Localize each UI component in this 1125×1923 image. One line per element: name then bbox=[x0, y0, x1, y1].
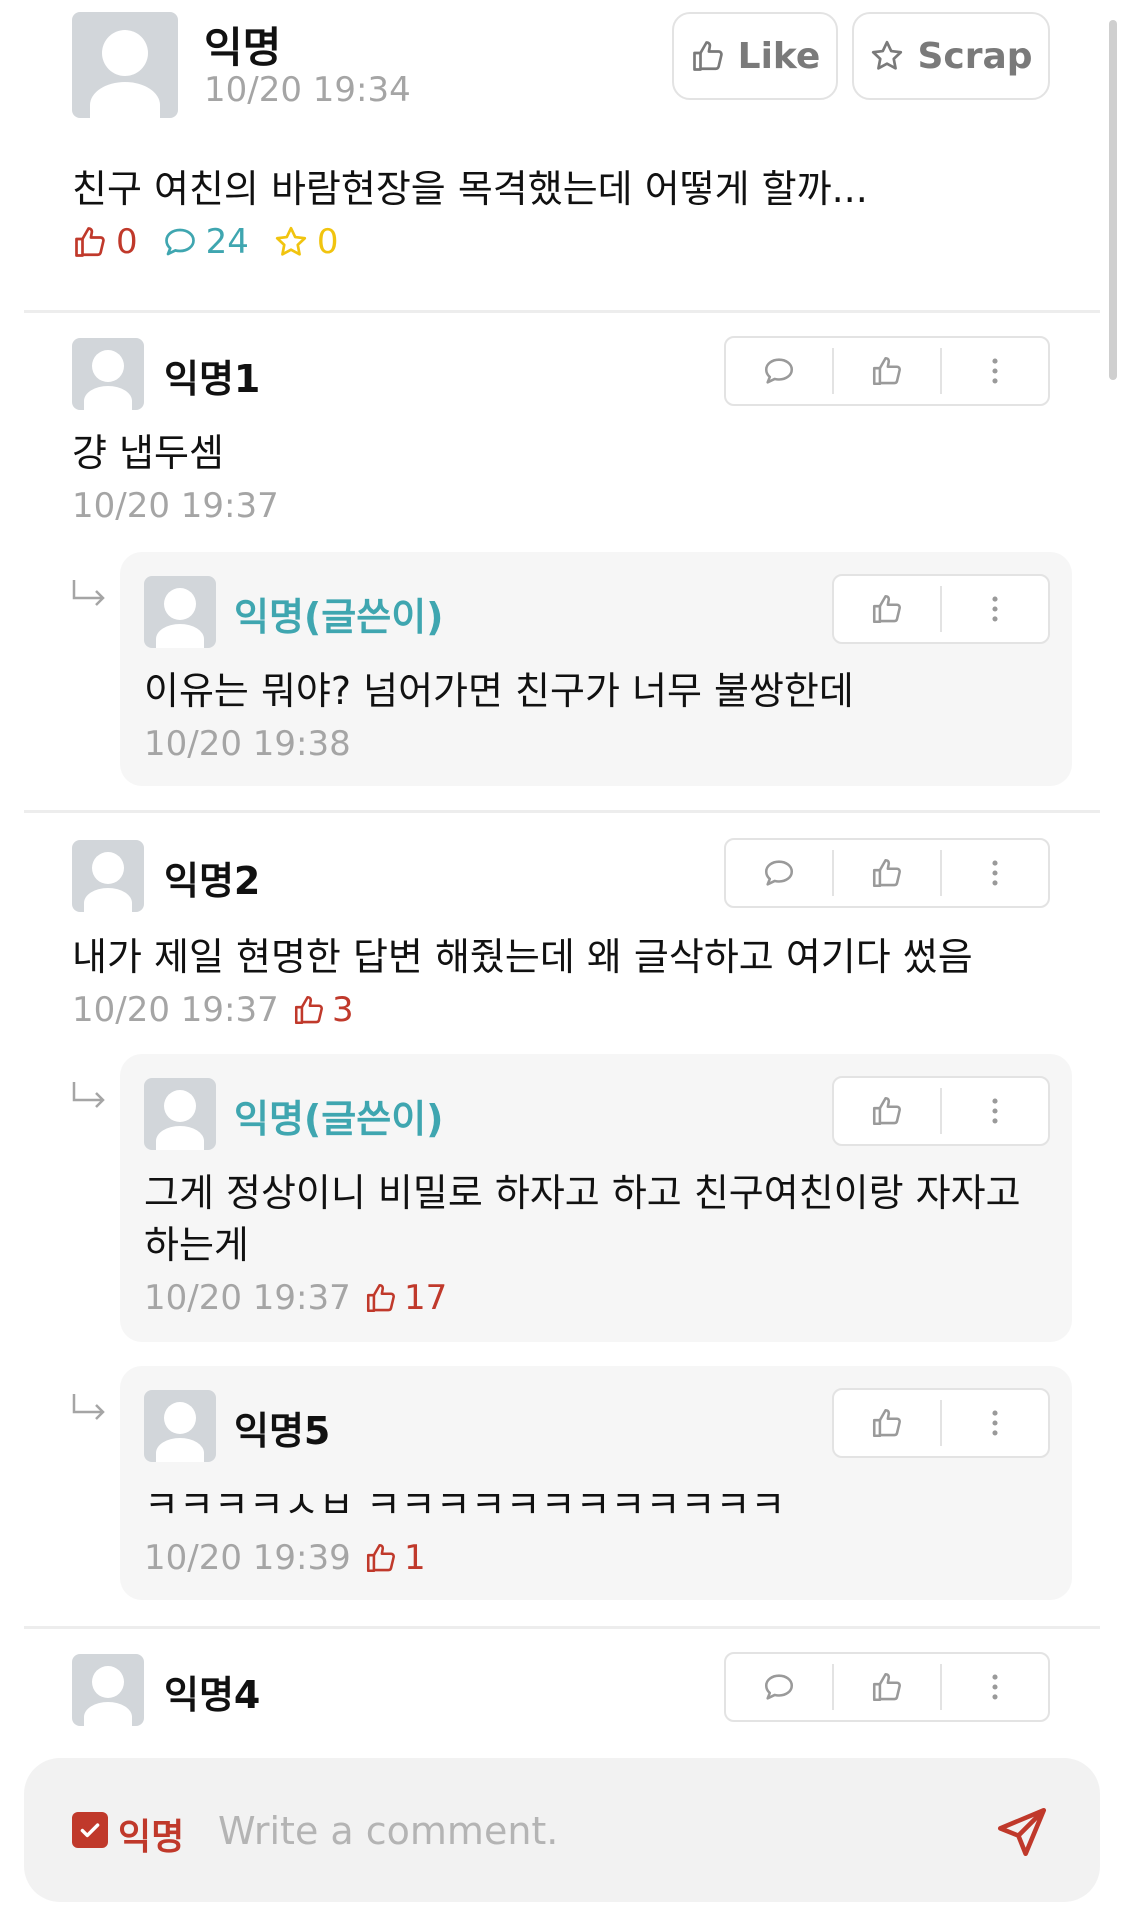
more-button[interactable] bbox=[942, 576, 1048, 642]
avatar bbox=[144, 576, 216, 648]
reply-text-line2: 하는게 bbox=[144, 1223, 249, 1267]
speech-bubble-icon bbox=[764, 358, 794, 384]
reply-actions bbox=[832, 1076, 1050, 1146]
reply-actions bbox=[832, 574, 1050, 644]
comment-like-button[interactable] bbox=[834, 1654, 940, 1720]
send-icon bbox=[997, 1807, 1047, 1857]
scrap-button[interactable]: Scrap bbox=[852, 12, 1050, 100]
post-time: 10/20 19:34 bbox=[204, 70, 411, 110]
reply-like-count: 17 bbox=[364, 1278, 447, 1318]
scrollbar[interactable] bbox=[1109, 20, 1117, 380]
reply-time: 10/20 19:37 bbox=[144, 1278, 351, 1318]
comment-actions bbox=[724, 336, 1050, 406]
more-vertical-icon bbox=[992, 1674, 998, 1700]
more-vertical-icon bbox=[992, 1098, 998, 1124]
reply-text: ㅋㅋㅋㅋㅅㅂ ㅋㅋㅋㅋㅋㅋㅋㅋㅋㅋㅋㅋ bbox=[144, 1483, 786, 1527]
reply-text-line1: 그게 정상이니 비밀로 하자고 하고 친구여친이랑 자자고 bbox=[144, 1171, 1021, 1215]
like-button[interactable]: Like bbox=[672, 12, 838, 100]
reply-button[interactable] bbox=[726, 840, 832, 906]
more-button[interactable] bbox=[942, 1654, 1048, 1720]
thumbs-up-icon bbox=[366, 1283, 395, 1313]
reply-author: 익명(글쓴이) bbox=[234, 1097, 444, 1141]
divider bbox=[24, 810, 1100, 813]
post-author-avatar bbox=[72, 12, 178, 118]
reply-button[interactable] bbox=[726, 338, 832, 404]
thumbs-up-icon bbox=[692, 41, 723, 71]
reply-like-button[interactable] bbox=[834, 1390, 940, 1456]
speech-bubble-icon bbox=[764, 860, 794, 886]
avatar bbox=[144, 1390, 216, 1462]
post-author-name: 익명 bbox=[204, 23, 282, 72]
speech-bubble-icon bbox=[764, 1674, 794, 1700]
reply-like-button[interactable] bbox=[834, 576, 940, 642]
anonymous-checkbox[interactable] bbox=[72, 1812, 108, 1848]
avatar bbox=[144, 1078, 216, 1150]
more-vertical-icon bbox=[992, 358, 998, 384]
comment-author: 익명1 bbox=[164, 357, 261, 401]
star-icon bbox=[872, 40, 903, 70]
reply-text: 이유는 뭐야? 넘어가면 친구가 너무 불쌍한데 bbox=[144, 669, 854, 713]
post-comment-count: 24 bbox=[205, 222, 249, 262]
comment-time: 10/20 19:37 bbox=[72, 990, 279, 1030]
reply-time: 10/20 19:39 bbox=[144, 1538, 351, 1578]
reply-arrow-icon bbox=[72, 1394, 105, 1420]
avatar bbox=[72, 338, 144, 410]
thumbs-up-icon bbox=[872, 858, 901, 888]
reply-actions bbox=[832, 1388, 1050, 1458]
more-button[interactable] bbox=[942, 1390, 1048, 1456]
post-stats: 0 24 0 bbox=[72, 222, 339, 262]
checkmark-icon bbox=[80, 1823, 100, 1838]
comment-author: 익명4 bbox=[164, 1673, 261, 1717]
scrap-button-label: Scrap bbox=[917, 35, 1033, 77]
thumbs-up-icon bbox=[872, 1408, 901, 1438]
divider bbox=[24, 310, 1100, 313]
reply-arrow-icon bbox=[72, 580, 105, 606]
post-scrap-count: 0 bbox=[316, 222, 339, 262]
thumbs-up-icon bbox=[75, 227, 105, 257]
reply-author: 익명5 bbox=[234, 1409, 331, 1453]
comment-text: 걍 냅두셈 bbox=[72, 431, 224, 475]
reply-time: 10/20 19:38 bbox=[144, 724, 351, 764]
like-count-value: 1 bbox=[404, 1538, 426, 1578]
comment-actions bbox=[724, 1652, 1050, 1722]
like-button-label: Like bbox=[737, 35, 821, 77]
star-icon bbox=[275, 226, 307, 256]
post-like-count: 0 bbox=[116, 222, 138, 262]
speech-bubble-icon bbox=[164, 228, 195, 256]
reply-button[interactable] bbox=[726, 1654, 832, 1720]
thumbs-up-icon bbox=[872, 1096, 901, 1126]
comment-like-count: 3 bbox=[292, 990, 354, 1030]
divider bbox=[24, 1626, 1100, 1629]
like-count-value: 17 bbox=[404, 1278, 448, 1318]
comment-time: 10/20 19:37 bbox=[72, 486, 279, 526]
thumbs-up-icon bbox=[872, 594, 901, 624]
reply-like-button[interactable] bbox=[834, 1078, 940, 1144]
comment-author: 익명2 bbox=[164, 859, 261, 903]
comment-like-button[interactable] bbox=[834, 840, 940, 906]
thumbs-up-icon bbox=[294, 995, 323, 1025]
comment-input[interactable] bbox=[216, 1800, 960, 1862]
avatar bbox=[72, 1654, 144, 1726]
more-button[interactable] bbox=[942, 338, 1048, 404]
thumbs-up-icon bbox=[872, 356, 901, 386]
comment-like-button[interactable] bbox=[834, 338, 940, 404]
reply-like-count: 1 bbox=[364, 1538, 426, 1578]
comment-actions bbox=[724, 838, 1050, 908]
more-vertical-icon bbox=[992, 1410, 998, 1436]
more-button[interactable] bbox=[942, 840, 1048, 906]
reply-arrow-icon bbox=[72, 1082, 105, 1108]
send-button[interactable] bbox=[990, 1800, 1054, 1864]
more-vertical-icon bbox=[992, 860, 998, 886]
reply-author: 익명(글쓴이) bbox=[234, 595, 444, 639]
more-button[interactable] bbox=[942, 1078, 1048, 1144]
thumbs-up-icon bbox=[366, 1543, 395, 1573]
anonymous-label[interactable]: 익명 bbox=[118, 1808, 184, 1860]
avatar bbox=[72, 840, 144, 912]
like-count-value: 3 bbox=[332, 990, 354, 1030]
more-vertical-icon bbox=[992, 596, 998, 622]
thumbs-up-icon bbox=[872, 1672, 901, 1702]
comment-text: 내가 제일 현명한 답변 해줬는데 왜 글삭하고 여기다 썼음 bbox=[72, 935, 973, 979]
post-content: 친구 여친의 바람현장을 목격했는데 어떻게 할까... bbox=[72, 167, 868, 211]
